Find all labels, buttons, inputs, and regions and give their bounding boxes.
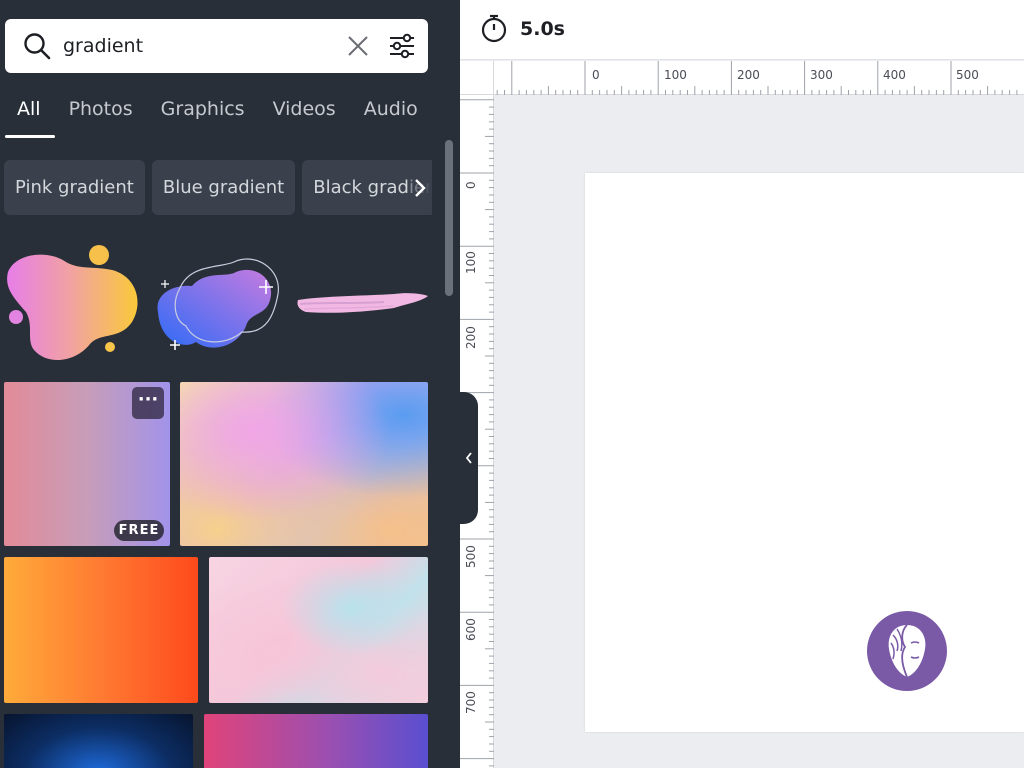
ruler-label-h-100: 100 — [664, 68, 687, 82]
close-icon[interactable] — [345, 33, 371, 59]
ruler-label-h-300: 300 — [810, 68, 833, 82]
editor-area: 5.0s 0 100 200 300 400 500 0 100 200 300… — [460, 0, 1024, 768]
side-panel: All Photos Graphics Videos Audio Pink gr… — [0, 0, 460, 768]
pastel-rainbow-gradient-image[interactable] — [180, 382, 428, 546]
chevron-left-icon — [465, 452, 472, 464]
design-page[interactable] — [585, 173, 1024, 732]
pink-brush-stroke-graphic[interactable] — [294, 290, 430, 318]
ruler-label-v-200: 200 — [464, 326, 478, 349]
tab-graphics[interactable]: Graphics — [147, 92, 259, 138]
search-icon[interactable] — [23, 32, 51, 60]
assistant-avatar-button[interactable] — [867, 611, 947, 691]
ruler-label-v-500: 500 — [464, 545, 478, 568]
editor-toolbar: 5.0s — [460, 0, 1024, 60]
category-tabs: All Photos Graphics Videos Audio — [5, 92, 432, 138]
ruler-label-v-700: 700 — [464, 691, 478, 714]
pink-clouds-image[interactable] — [209, 557, 428, 703]
dark-blue-gradient-image[interactable] — [4, 714, 193, 768]
chevron-right-icon — [415, 178, 426, 197]
chip-blue-gradient[interactable]: Blue gradient — [151, 160, 296, 215]
tab-audio[interactable]: Audio — [350, 92, 432, 138]
free-badge: FREE — [114, 520, 164, 541]
orange-gradient-image[interactable] — [4, 557, 198, 703]
chips-next-button[interactable] — [408, 160, 432, 215]
duration-label[interactable]: 5.0s — [520, 18, 565, 40]
timer-icon[interactable] — [480, 13, 508, 43]
ruler-label-h-0: 0 — [592, 68, 600, 82]
collapse-panel-button[interactable] — [460, 392, 478, 524]
more-options-button[interactable]: ··· — [132, 387, 164, 419]
ruler-corner — [460, 61, 494, 95]
ruler-label-h-400: 400 — [883, 68, 906, 82]
search-bar — [5, 19, 428, 73]
ruler-label-v-100: 100 — [464, 251, 478, 274]
ruler-label-h-200: 200 — [737, 68, 760, 82]
chip-pink-gradient[interactable]: Pink gradient — [4, 160, 145, 215]
face-icon — [888, 624, 926, 678]
gradient-blob-graphic[interactable] — [4, 240, 140, 365]
tab-photos[interactable]: Photos — [55, 92, 147, 138]
blue-blob-graphic[interactable] — [146, 250, 286, 358]
ruler-label-h-500: 500 — [956, 68, 979, 82]
ruler-label-v-600: 600 — [464, 618, 478, 641]
scrollbar-thumb[interactable] — [445, 140, 453, 296]
ruler-label-v-0: 0 — [464, 181, 478, 189]
search-input[interactable] — [63, 30, 333, 62]
magenta-purple-gradient-image[interactable] — [204, 714, 428, 768]
tab-all[interactable]: All — [5, 92, 55, 138]
tab-videos[interactable]: Videos — [259, 92, 350, 138]
suggestion-chips: Pink gradientBlue gradientBlack gradient — [4, 160, 430, 215]
filter-icon[interactable] — [387, 31, 417, 61]
horizontal-ruler: 0 100 200 300 400 500 — [494, 61, 1024, 95]
